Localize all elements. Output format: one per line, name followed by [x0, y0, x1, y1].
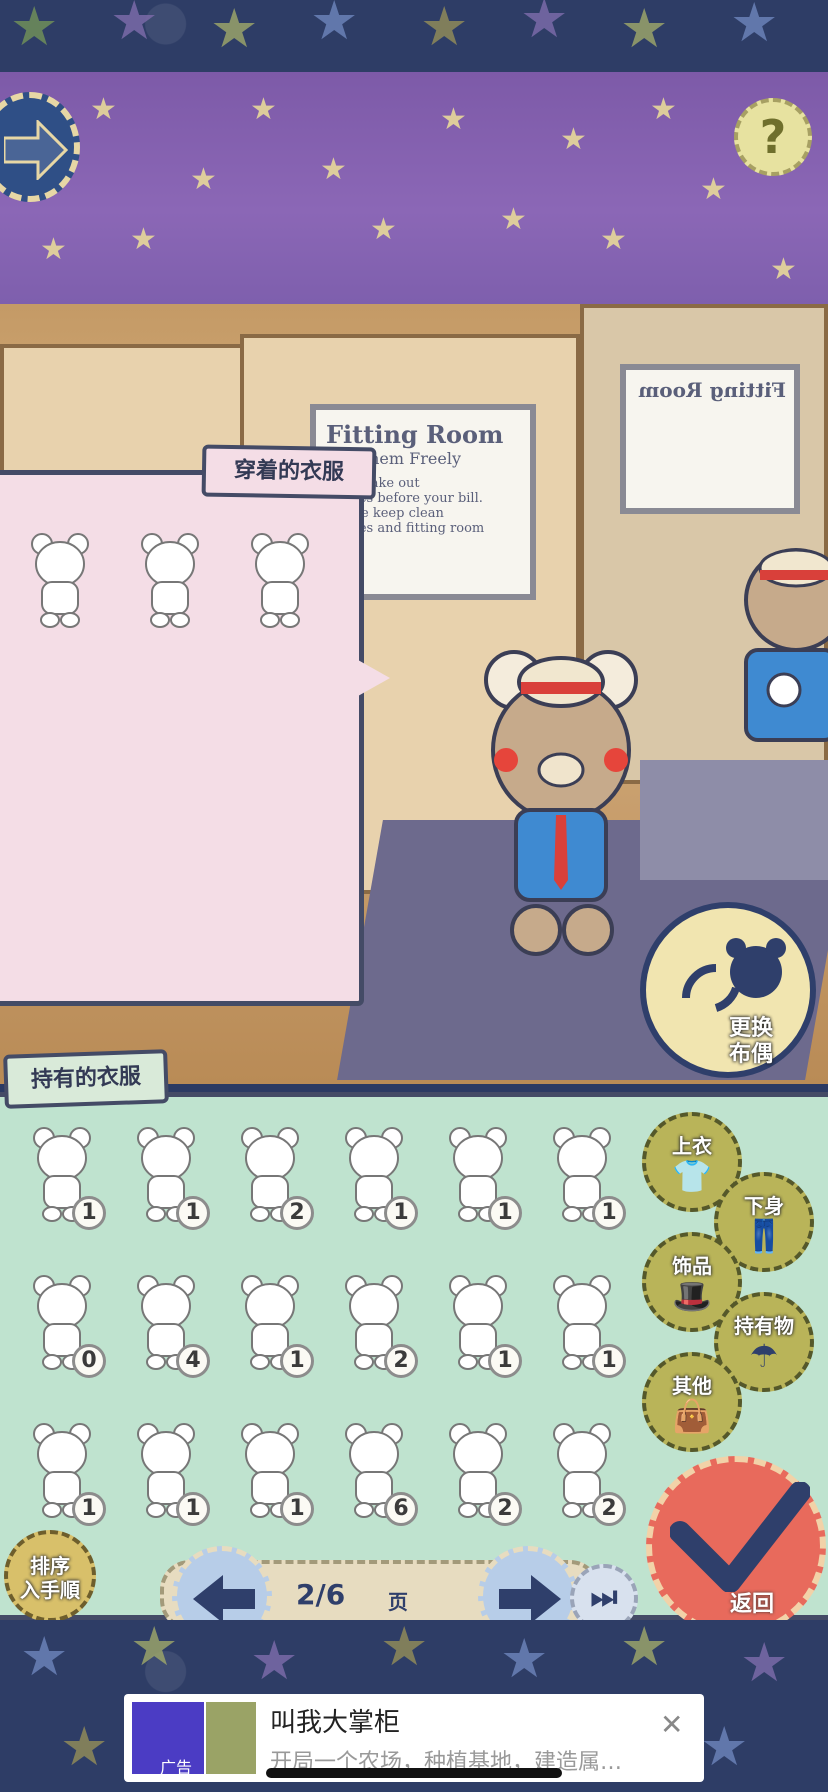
- boater-hat-bear-icon[interactable]: [248, 528, 312, 628]
- item-count-badge: 1: [72, 1196, 106, 1230]
- page-indicator: 2/6: [296, 1578, 346, 1611]
- star-decoration: ★: [310, 0, 359, 52]
- category-other-button[interactable]: 其他 👜: [642, 1352, 742, 1452]
- item-count-badge: 1: [384, 1196, 418, 1230]
- sort-order-button[interactable]: 排序 入手順: [4, 1530, 96, 1622]
- item-count-badge: 1: [280, 1492, 314, 1526]
- purple-star-banner: ★ ★ ★ ★ ★ ★ ★ ★ ★ ★ ★ ★ ★ ★: [0, 72, 828, 310]
- swap-bear-icon: [682, 938, 786, 1012]
- wearing-title: 穿着的衣服: [233, 458, 345, 485]
- star-decoration: ★: [130, 222, 157, 257]
- item-count-badge: 1: [488, 1344, 522, 1378]
- star-decoration: ★: [770, 252, 797, 287]
- ad-label: 广告: [160, 1758, 193, 1777]
- star-decoration: ★: [20, 1625, 69, 1688]
- ad-thumbnail: [206, 1702, 256, 1774]
- category-label: 其他: [672, 1374, 712, 1398]
- star-decoration: ★: [60, 1715, 109, 1778]
- star-decoration: ★: [620, 1615, 669, 1678]
- star-decoration: ★: [90, 92, 117, 127]
- star-decoration: ★: [10, 0, 59, 58]
- change-doll-button[interactable]: 更换 布偶: [640, 902, 816, 1078]
- item-count-badge: 1: [176, 1196, 210, 1230]
- sign-title: Fitting Room: [326, 420, 504, 449]
- star-decoration: ★: [40, 232, 67, 267]
- checkmark-icon: [670, 1482, 810, 1592]
- arrow-right-icon: [4, 120, 68, 180]
- owned-title: 持有的衣服: [30, 1064, 142, 1093]
- item-count-badge: 2: [592, 1492, 626, 1526]
- mirror-sign: Fitting Room: [620, 364, 800, 514]
- ad-title: 叫我大掌柜: [270, 1708, 401, 1738]
- category-label: 持有物: [734, 1314, 794, 1338]
- item-count-badge: 2: [280, 1196, 314, 1230]
- category-label: 饰品: [672, 1254, 712, 1278]
- bag-icon: 👜: [672, 1397, 712, 1435]
- category-label: 上衣: [672, 1134, 712, 1158]
- star-decoration: ★: [700, 1715, 749, 1778]
- arrow-left-icon: [193, 1575, 255, 1623]
- star-decoration: ★: [370, 212, 397, 247]
- owned-clothes-tab: 持有的衣服: [3, 1049, 169, 1109]
- star-decoration: ★: [500, 202, 527, 237]
- star-decoration: ★: [320, 152, 347, 187]
- star-decoration: ★: [210, 0, 259, 60]
- item-count-badge: 1: [592, 1196, 626, 1230]
- player-bear-character: [484, 650, 638, 956]
- page-unit-label: 页: [388, 1590, 408, 1614]
- pants-icon: 👖: [744, 1217, 784, 1255]
- shirt-icon: 👕: [672, 1157, 712, 1195]
- star-decoration: ★: [440, 102, 467, 137]
- star-decoration: ★: [560, 122, 587, 157]
- item-count-badge: 6: [384, 1492, 418, 1526]
- star-decoration: ★: [110, 0, 159, 52]
- star-decoration: ★: [250, 92, 277, 127]
- umbrella-icon: ☂: [749, 1337, 779, 1375]
- return-label: 返回: [730, 1592, 775, 1617]
- arrow-right-icon: [499, 1575, 561, 1623]
- mirror-sign-title: Fitting Room: [638, 378, 786, 402]
- star-decoration: ★: [500, 1627, 549, 1690]
- star-decoration: ★: [740, 1631, 789, 1694]
- star-decoration: ★: [650, 92, 677, 127]
- red-tie-bear-icon[interactable]: [138, 528, 202, 628]
- question-icon: ?: [759, 110, 787, 164]
- item-count-badge: 1: [72, 1492, 106, 1526]
- top-star-strip: ★ ★ ★ ★ ★ ★ ★ ★: [0, 0, 828, 80]
- star-decoration: ★: [190, 162, 217, 197]
- item-count-badge: 2: [384, 1344, 418, 1378]
- speech-tail: [358, 660, 390, 696]
- return-button[interactable]: 返回: [646, 1456, 826, 1636]
- mirror-bear-reflection: [744, 548, 828, 742]
- star-decoration: ★: [520, 0, 569, 50]
- sort-label: 排序 入手順: [20, 1554, 80, 1602]
- item-count-badge: 4: [176, 1344, 210, 1378]
- item-count-badge: 1: [176, 1492, 210, 1526]
- star-decoration: ★: [380, 1615, 429, 1678]
- item-count-badge: 1: [280, 1344, 314, 1378]
- item-count-badge: 1: [488, 1196, 522, 1230]
- star-decoration: ★: [420, 0, 469, 58]
- item-count-badge: 2: [488, 1492, 522, 1526]
- blue-jacket-bear-icon[interactable]: [28, 528, 92, 628]
- star-decoration: ★: [250, 1629, 299, 1692]
- item-count-badge: 1: [592, 1344, 626, 1378]
- help-button[interactable]: ?: [734, 98, 812, 176]
- star-decoration: ★: [620, 0, 669, 60]
- star-decoration: ★: [730, 0, 779, 54]
- star-decoration: ★: [700, 172, 727, 207]
- star-decoration: ★: [600, 222, 627, 257]
- ad-close-icon[interactable]: ✕: [660, 1708, 683, 1741]
- item-count-badge: 0: [72, 1344, 106, 1378]
- hat-icon: 🎩: [672, 1277, 712, 1315]
- wearing-clothes-tab: 穿着的衣服: [201, 444, 377, 500]
- fast-forward-icon: ⏭: [590, 1580, 618, 1615]
- change-doll-label: 更换 布偶: [728, 1016, 773, 1067]
- star-decoration: ★: [130, 1615, 179, 1678]
- home-indicator: [266, 1768, 562, 1778]
- category-label: 下身: [744, 1194, 784, 1218]
